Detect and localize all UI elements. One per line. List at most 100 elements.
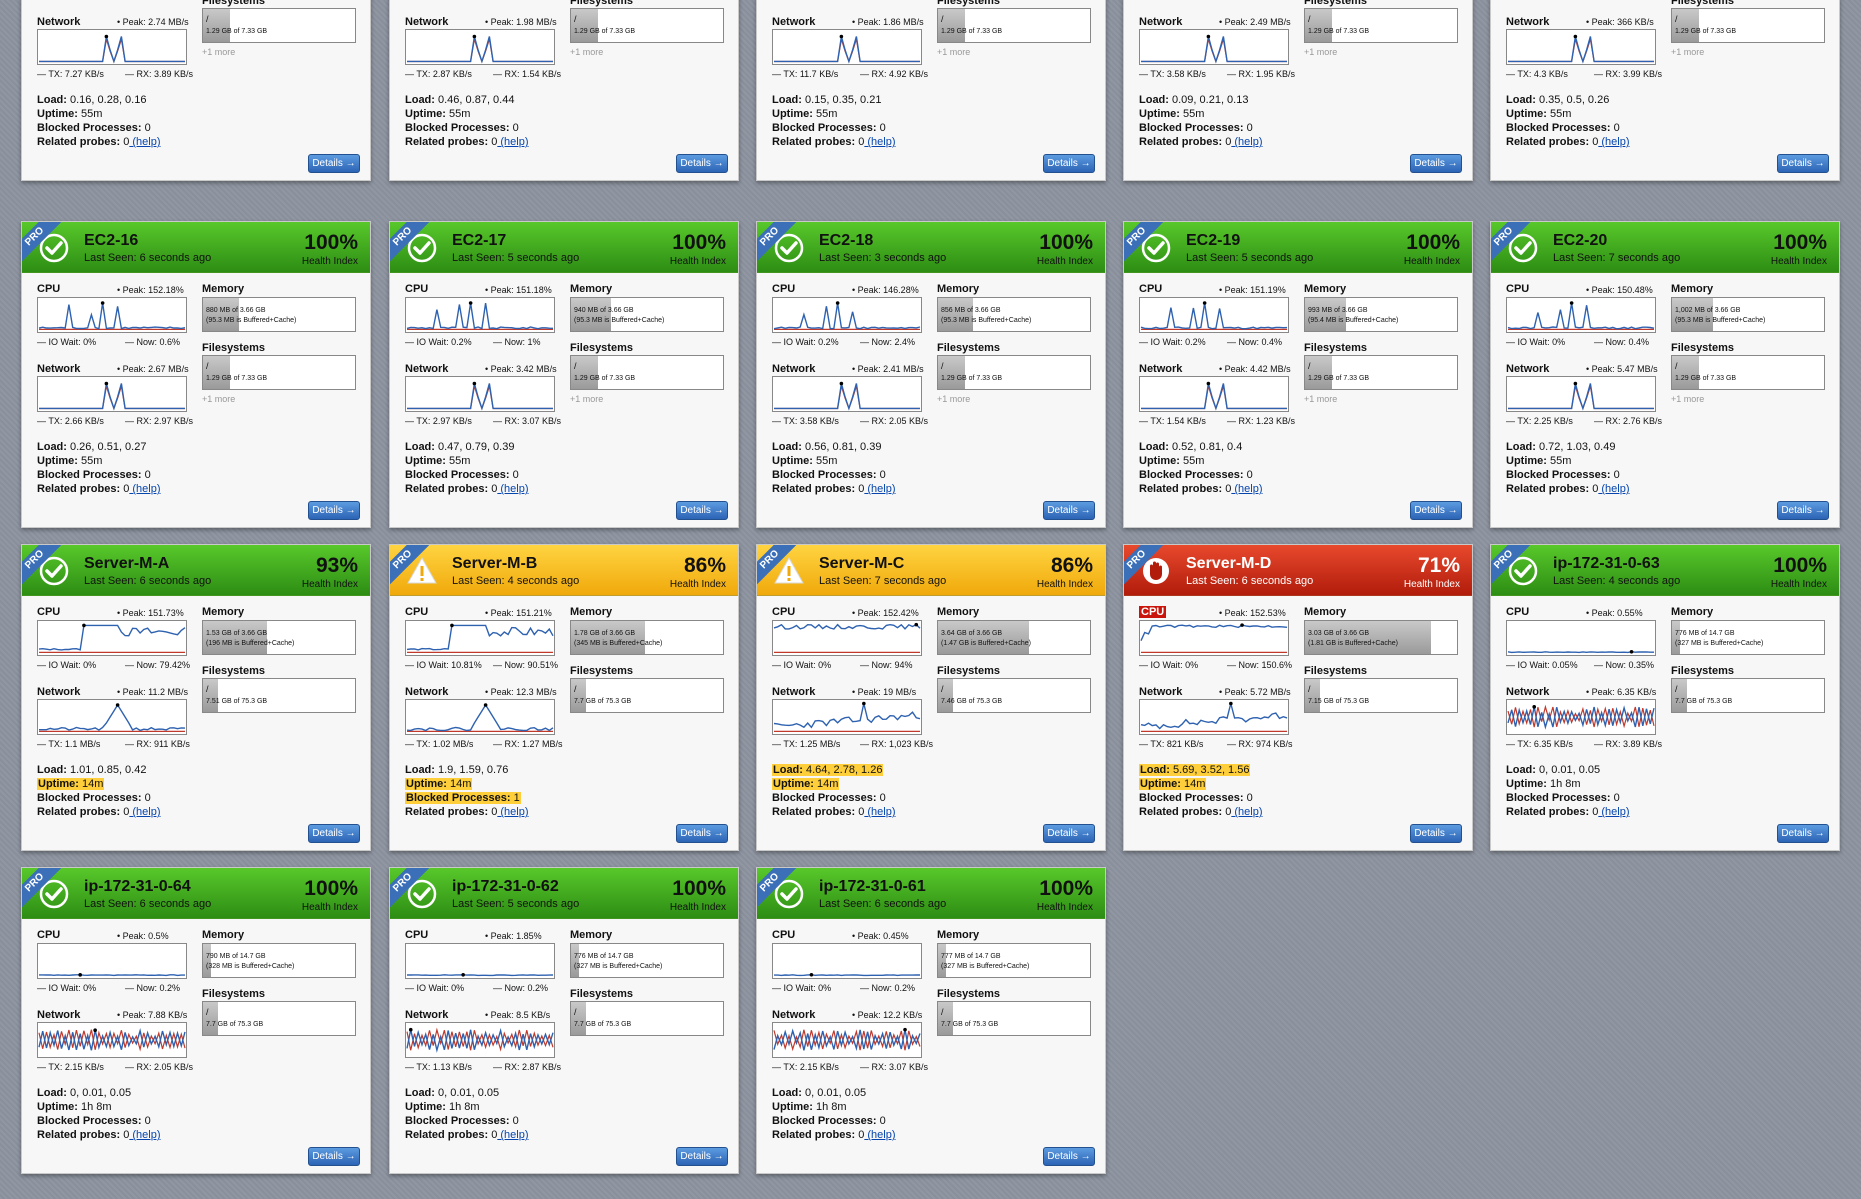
- network-chart[interactable]: [405, 1022, 555, 1058]
- filesystem-bar[interactable]: / 1.29 GB of 7.33 GB: [937, 355, 1091, 390]
- filesystem-bar[interactable]: / 7.15 GB of 75.3 GB: [1304, 678, 1458, 713]
- network-chart[interactable]: [772, 1022, 922, 1058]
- server-name[interactable]: EC2-17: [452, 232, 506, 250]
- network-chart[interactable]: [1506, 29, 1656, 65]
- filesystems-more-link[interactable]: +1 more: [1671, 394, 1704, 404]
- network-chart[interactable]: [1506, 376, 1656, 412]
- filesystem-bar[interactable]: / 7.46 GB of 75.3 GB: [937, 678, 1091, 713]
- help-link[interactable]: (help): [497, 136, 528, 148]
- cpu-chart[interactable]: [405, 297, 555, 333]
- network-chart[interactable]: [405, 699, 555, 735]
- filesystem-bar[interactable]: / 7.7 GB of 75.3 GB: [202, 1001, 356, 1036]
- filesystems-more-link[interactable]: +1 more: [937, 394, 970, 404]
- server-name[interactable]: EC2-19: [1186, 232, 1240, 250]
- network-chart[interactable]: [1139, 29, 1289, 65]
- details-button[interactable]: Details →: [676, 501, 728, 520]
- details-button[interactable]: Details →: [1043, 1147, 1095, 1166]
- filesystems-more-link[interactable]: +1 more: [1671, 47, 1704, 57]
- server-name[interactable]: ip-172-31-0-63: [1553, 555, 1660, 573]
- cpu-chart[interactable]: [1139, 620, 1289, 656]
- network-chart[interactable]: [37, 1022, 187, 1058]
- filesystems-more-link[interactable]: +1 more: [1304, 47, 1337, 57]
- details-button[interactable]: Details →: [1777, 824, 1829, 843]
- cpu-chart[interactable]: [1139, 297, 1289, 333]
- filesystem-bar[interactable]: / 1.29 GB of 7.33 GB: [1304, 355, 1458, 390]
- server-name[interactable]: Server-M-C: [819, 555, 904, 573]
- filesystem-bar[interactable]: / 7.7 GB of 75.3 GB: [570, 1001, 724, 1036]
- server-name[interactable]: Server-M-B: [452, 555, 537, 573]
- network-chart[interactable]: [1139, 699, 1289, 735]
- network-chart[interactable]: [1139, 376, 1289, 412]
- help-link[interactable]: (help): [1598, 136, 1629, 148]
- details-button[interactable]: Details →: [676, 154, 728, 173]
- filesystem-bar[interactable]: / 1.29 GB of 7.33 GB: [202, 355, 356, 390]
- filesystem-bar[interactable]: / 7.7 GB of 75.3 GB: [570, 678, 724, 713]
- network-chart[interactable]: [405, 29, 555, 65]
- cpu-chart[interactable]: [772, 297, 922, 333]
- cpu-chart[interactable]: [1506, 620, 1656, 656]
- network-chart[interactable]: [772, 376, 922, 412]
- server-name[interactable]: EC2-16: [84, 232, 138, 250]
- filesystem-bar[interactable]: / 1.29 GB of 7.33 GB: [1671, 355, 1825, 390]
- cpu-chart[interactable]: [772, 943, 922, 979]
- help-link[interactable]: (help): [1598, 806, 1629, 818]
- details-button[interactable]: Details →: [676, 1147, 728, 1166]
- details-button[interactable]: Details →: [1043, 824, 1095, 843]
- network-chart[interactable]: [1506, 699, 1656, 735]
- filesystems-more-link[interactable]: +1 more: [1304, 394, 1337, 404]
- filesystems-more-link[interactable]: +1 more: [570, 394, 603, 404]
- server-name[interactable]: Server-M-D: [1186, 555, 1271, 573]
- details-button[interactable]: Details →: [308, 501, 360, 520]
- filesystem-bar[interactable]: / 1.29 GB of 7.33 GB: [570, 355, 724, 390]
- filesystem-bar[interactable]: / 1.29 GB of 7.33 GB: [1671, 8, 1825, 43]
- help-link[interactable]: (help): [1598, 483, 1629, 495]
- details-button[interactable]: Details →: [308, 1147, 360, 1166]
- details-button[interactable]: Details →: [1043, 154, 1095, 173]
- help-link[interactable]: (help): [129, 483, 160, 495]
- server-name[interactable]: EC2-20: [1553, 232, 1607, 250]
- help-link[interactable]: (help): [497, 483, 528, 495]
- help-link[interactable]: (help): [864, 806, 895, 818]
- details-button[interactable]: Details →: [1410, 501, 1462, 520]
- filesystem-bar[interactable]: / 7.7 GB of 75.3 GB: [937, 1001, 1091, 1036]
- help-link[interactable]: (help): [864, 483, 895, 495]
- network-chart[interactable]: [772, 699, 922, 735]
- filesystem-bar[interactable]: / 7.7 GB of 75.3 GB: [1671, 678, 1825, 713]
- cpu-chart[interactable]: [37, 620, 187, 656]
- network-chart[interactable]: [37, 699, 187, 735]
- server-name[interactable]: Server-M-A: [84, 555, 169, 573]
- server-name[interactable]: EC2-18: [819, 232, 873, 250]
- details-button[interactable]: Details →: [1777, 154, 1829, 173]
- details-button[interactable]: Details →: [1043, 501, 1095, 520]
- filesystems-more-link[interactable]: +1 more: [937, 47, 970, 57]
- details-button[interactable]: Details →: [1410, 824, 1462, 843]
- filesystems-more-link[interactable]: +1 more: [202, 394, 235, 404]
- filesystems-more-link[interactable]: +1 more: [570, 47, 603, 57]
- help-link[interactable]: (help): [129, 806, 160, 818]
- filesystem-bar[interactable]: / 7.51 GB of 75.3 GB: [202, 678, 356, 713]
- help-link[interactable]: (help): [129, 1129, 160, 1141]
- network-chart[interactable]: [37, 376, 187, 412]
- cpu-chart[interactable]: [405, 620, 555, 656]
- cpu-chart[interactable]: [37, 943, 187, 979]
- help-link[interactable]: (help): [1231, 136, 1262, 148]
- filesystems-more-link[interactable]: +1 more: [202, 47, 235, 57]
- server-name[interactable]: ip-172-31-0-64: [84, 878, 191, 896]
- network-chart[interactable]: [772, 29, 922, 65]
- server-name[interactable]: ip-172-31-0-62: [452, 878, 559, 896]
- network-chart[interactable]: [37, 29, 187, 65]
- help-link[interactable]: (help): [864, 136, 895, 148]
- cpu-chart[interactable]: [37, 297, 187, 333]
- help-link[interactable]: (help): [497, 806, 528, 818]
- details-button[interactable]: Details →: [676, 824, 728, 843]
- network-chart[interactable]: [405, 376, 555, 412]
- details-button[interactable]: Details →: [308, 824, 360, 843]
- help-link[interactable]: (help): [497, 1129, 528, 1141]
- help-link[interactable]: (help): [1231, 806, 1262, 818]
- help-link[interactable]: (help): [864, 1129, 895, 1141]
- cpu-chart[interactable]: [1506, 297, 1656, 333]
- cpu-chart[interactable]: [772, 620, 922, 656]
- help-link[interactable]: (help): [1231, 483, 1262, 495]
- details-button[interactable]: Details →: [308, 154, 360, 173]
- filesystem-bar[interactable]: / 1.29 GB of 7.33 GB: [570, 8, 724, 43]
